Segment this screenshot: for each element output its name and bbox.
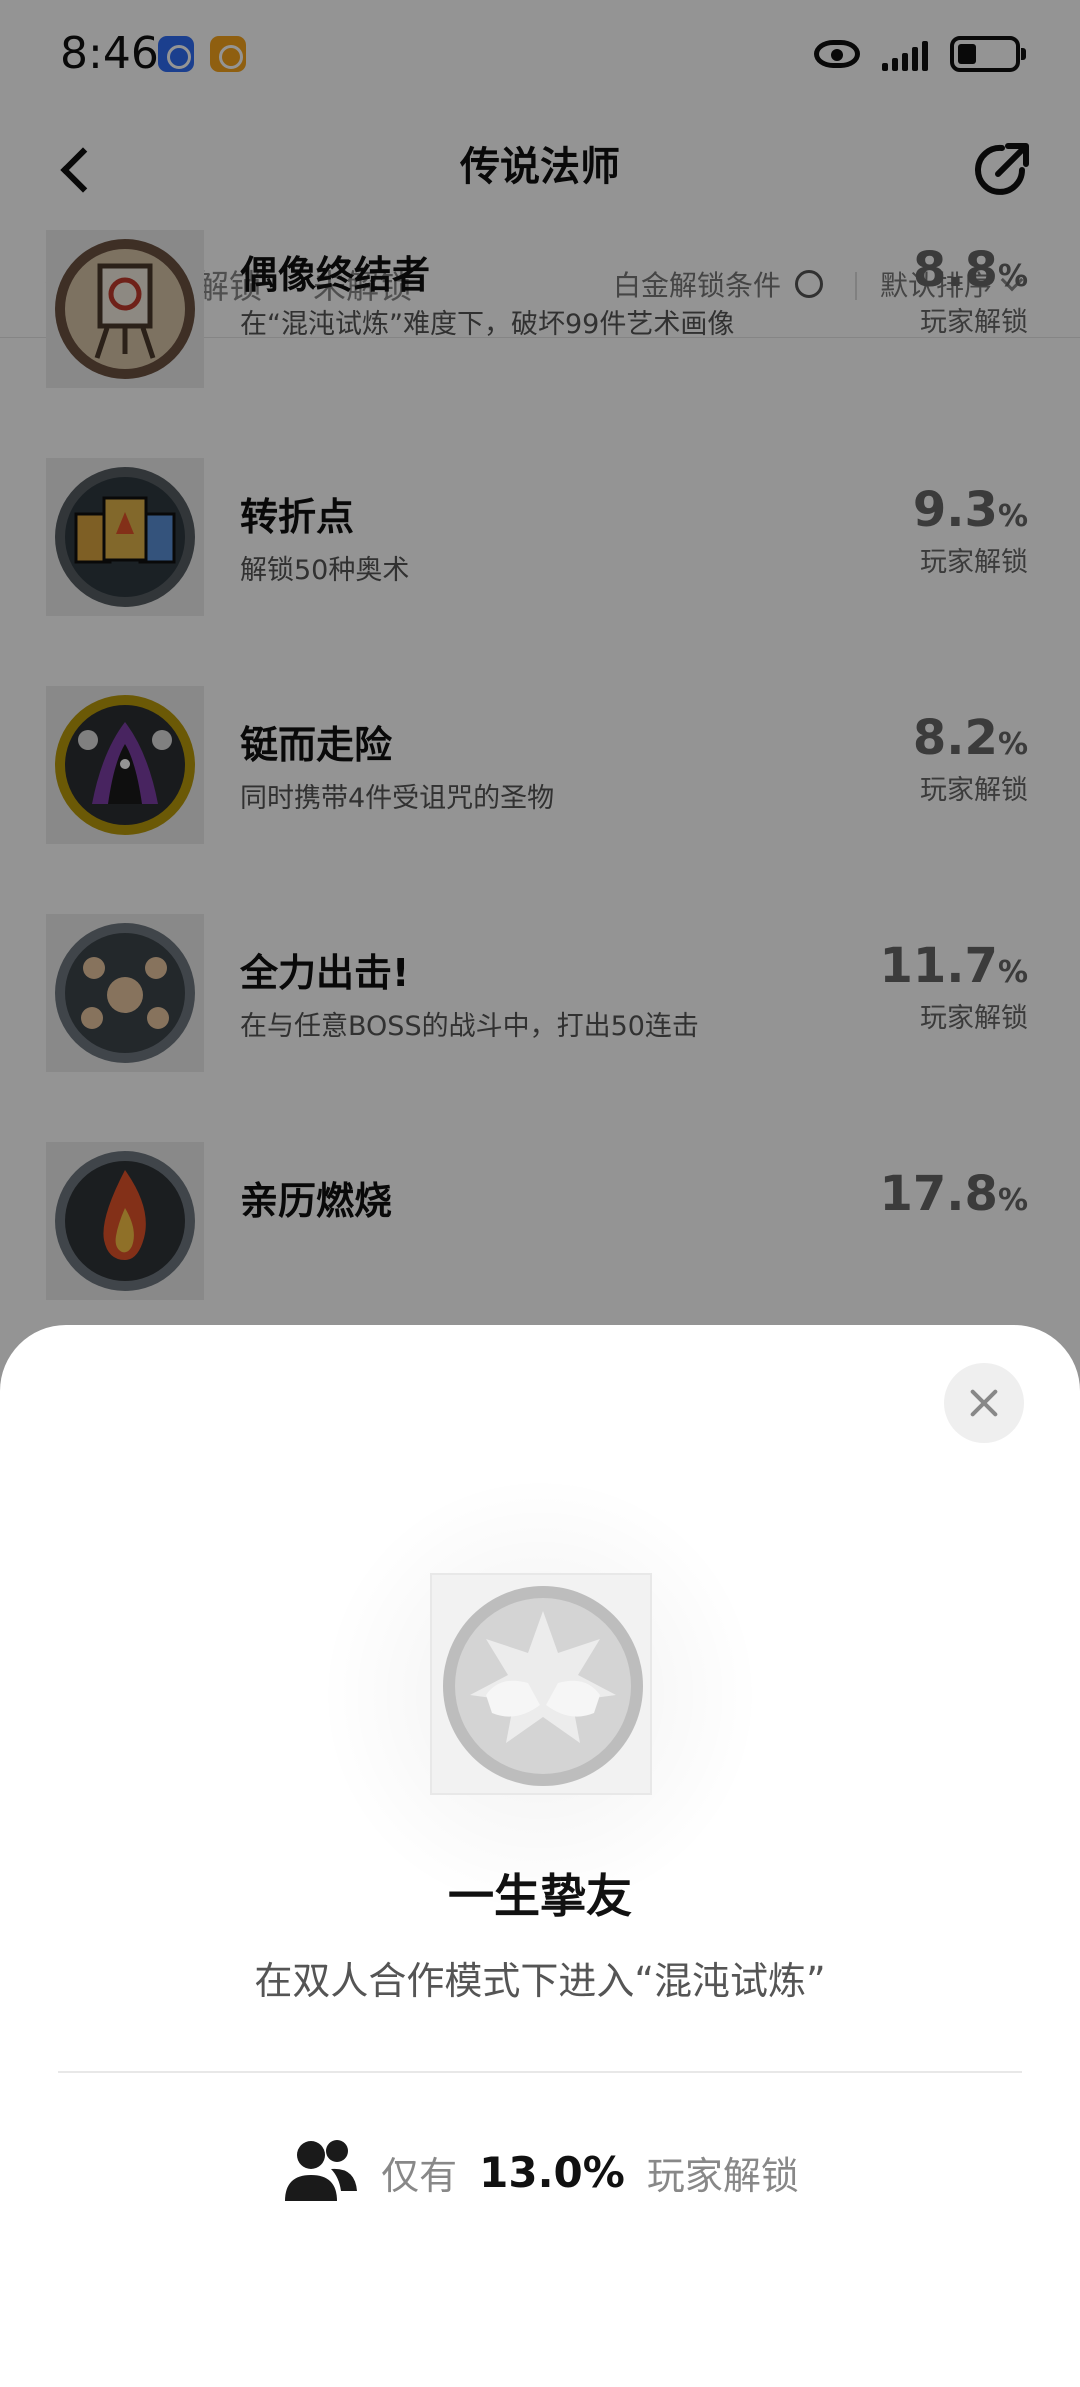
- unlock-stat: 仅有 13.0% 玩家解锁: [0, 2139, 1080, 2205]
- stat-suffix: 玩家解锁: [646, 2153, 799, 2198]
- users-icon: [285, 2140, 358, 2201]
- achievement-badge-frame: [430, 1573, 652, 1795]
- stat-value: 13.0%: [479, 2147, 625, 2197]
- achievement-detail-sheet: 一生挚友 在双人合作模式下进入“混沌试炼” 仅有 13.0% 玩家解锁: [0, 1325, 1080, 2387]
- achievement-title: 一生挚友: [448, 1869, 632, 1923]
- divider: [58, 2071, 1022, 2073]
- fist-bump-icon: [443, 1586, 643, 1786]
- app-screen: 8:46 传说法师 全部 已解锁 未解锁 白金解锁条件 默认排序: [0, 0, 1080, 2387]
- close-button[interactable]: [944, 1363, 1024, 1443]
- stat-prefix: 仅有: [381, 2153, 458, 2198]
- achievement-desc: 在双人合作模式下进入“混沌试炼”: [254, 1959, 826, 2003]
